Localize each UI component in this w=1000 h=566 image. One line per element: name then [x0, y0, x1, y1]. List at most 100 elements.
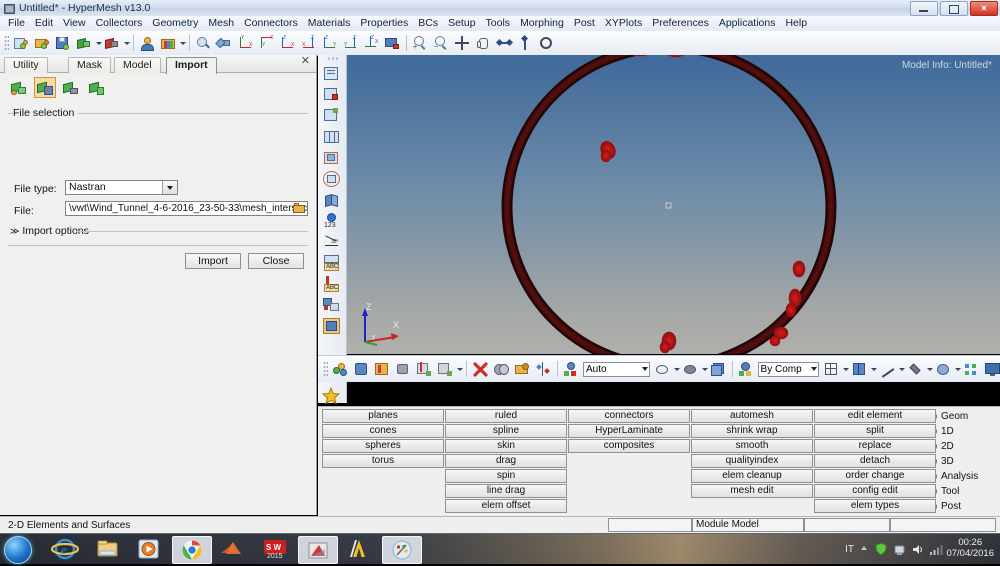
- node-id-icon[interactable]: 123: [322, 212, 342, 231]
- panel-button-elem-types[interactable]: elem types: [814, 499, 936, 513]
- module-radio-1d[interactable]: 1D: [928, 424, 996, 438]
- windows-explorer-taskbar-icon[interactable]: [88, 536, 126, 562]
- measure-angle-icon[interactable]: 30°: [322, 233, 342, 252]
- vis-toolbar-grip[interactable]: [323, 361, 328, 377]
- nodes-icon[interactable]: [962, 360, 981, 379]
- line-icon[interactable]: [878, 360, 897, 379]
- fit-view-icon[interactable]: [453, 34, 472, 53]
- geometry-icon[interactable]: [352, 360, 371, 379]
- shaded-caret[interactable]: [701, 360, 708, 379]
- entity-dropdown-caret[interactable]: [456, 360, 463, 379]
- paint-taskbar-icon[interactable]: [382, 536, 422, 564]
- abaqus-taskbar-icon[interactable]: [340, 536, 378, 562]
- mesh-lines-icon[interactable]: [822, 360, 841, 379]
- panel-button-order-change[interactable]: order change: [814, 469, 936, 483]
- color-mode-icon[interactable]: [737, 360, 756, 379]
- panel-button-ruled[interactable]: ruled: [445, 409, 567, 423]
- panel-button-elem-cleanup[interactable]: elem cleanup: [691, 469, 813, 483]
- save-model-icon[interactable]: [54, 34, 73, 53]
- volume-icon[interactable]: [911, 543, 924, 556]
- components-icon[interactable]: [331, 360, 350, 379]
- reload-view-icon[interactable]: [383, 34, 402, 53]
- surface-icon[interactable]: [906, 360, 925, 379]
- export-dropdown-caret[interactable]: [123, 34, 130, 53]
- find-icon[interactable]: [194, 34, 213, 53]
- view-zy-icon[interactable]: Z Y: [320, 34, 339, 53]
- security-shield-icon[interactable]: [874, 542, 888, 556]
- panel-button-cones[interactable]: cones: [322, 424, 444, 438]
- display-mode-dropdown[interactable]: Auto: [583, 361, 650, 377]
- close-button[interactable]: ✕: [970, 1, 998, 16]
- tab-mask[interactable]: Mask: [68, 57, 112, 73]
- panel-button-config-edit[interactable]: config edit: [814, 484, 936, 498]
- zoom-out-icon[interactable]: −: [432, 34, 451, 53]
- import-dropdown-caret[interactable]: [95, 34, 102, 53]
- zoom-in-icon[interactable]: +: [411, 34, 430, 53]
- visualize-icon[interactable]: [322, 317, 342, 336]
- reflect-icon[interactable]: [534, 360, 553, 379]
- solid-mesh-icon[interactable]: [850, 360, 869, 379]
- favorites-star-icon[interactable]: [321, 386, 342, 406]
- systems-icon[interactable]: [436, 360, 455, 379]
- wireframe-icon[interactable]: [653, 360, 672, 379]
- wireframe-caret[interactable]: [673, 360, 680, 379]
- panel-button-line-drag[interactable]: line drag: [445, 484, 567, 498]
- panel-button-spline[interactable]: spline: [445, 424, 567, 438]
- panel-button-mesh-edit[interactable]: mesh edit: [691, 484, 813, 498]
- menu-item-morphing[interactable]: Morphing: [515, 16, 569, 31]
- module-radio-2d[interactable]: 2D: [928, 439, 996, 453]
- import-geometry-icon[interactable]: [34, 77, 56, 98]
- page-delete-icon[interactable]: [322, 86, 342, 105]
- menu-item-help[interactable]: Help: [780, 16, 812, 31]
- loads-icon[interactable]: [415, 360, 434, 379]
- menu-item-preferences[interactable]: Preferences: [647, 16, 714, 31]
- menu-item-view[interactable]: View: [58, 16, 91, 31]
- close-button-panel[interactable]: Close: [248, 253, 304, 269]
- open-model-icon[interactable]: [33, 34, 52, 53]
- volume-icon[interactable]: [934, 360, 953, 379]
- menu-item-connectors[interactable]: Connectors: [239, 16, 303, 31]
- pan-icon[interactable]: [474, 34, 493, 53]
- start-orb-button[interactable]: [4, 536, 32, 564]
- shaded-edges-icon[interactable]: [709, 360, 728, 379]
- shade-icon[interactable]: [322, 191, 342, 210]
- menu-item-xyplots[interactable]: XYPlots: [600, 16, 647, 31]
- module-radio-3d[interactable]: 3D: [928, 454, 996, 468]
- panel-close-icon[interactable]: ✕: [301, 56, 310, 67]
- internet-explorer-taskbar-icon[interactable]: e: [46, 536, 84, 562]
- panel-button-qualityindex[interactable]: qualityindex: [691, 454, 813, 468]
- user-profile-icon[interactable]: [138, 34, 157, 53]
- page-circle-icon[interactable]: [322, 170, 342, 189]
- panel-button-automesh[interactable]: automesh: [691, 409, 813, 423]
- translate-icon[interactable]: [495, 34, 514, 53]
- menu-item-tools[interactable]: Tools: [481, 16, 516, 31]
- circle-view-icon[interactable]: [537, 34, 556, 53]
- menu-item-setup[interactable]: Setup: [443, 16, 480, 31]
- delete-icon[interactable]: [471, 360, 490, 379]
- menu-item-collectors[interactable]: Collectors: [91, 16, 148, 31]
- view-toolbar-grip[interactable]: [327, 57, 339, 61]
- panel-button-hyperlaminate[interactable]: HyperLaminate: [568, 424, 690, 438]
- solidworks-2015-taskbar-icon[interactable]: S W 2015: [256, 536, 294, 562]
- panel-button-composites[interactable]: composites: [568, 439, 690, 453]
- panel-button-connectors[interactable]: connectors: [568, 409, 690, 423]
- solids-icon[interactable]: [394, 360, 413, 379]
- solid-mesh-caret[interactable]: [870, 360, 877, 379]
- google-chrome-taskbar-icon[interactable]: [172, 536, 212, 564]
- panel-button-shrink-wrap[interactable]: shrink wrap: [691, 424, 813, 438]
- export-solver-deck-icon[interactable]: [103, 34, 122, 53]
- language-indicator[interactable]: IT: [845, 544, 854, 555]
- panel-button-spin[interactable]: spin: [445, 469, 567, 483]
- view-zx-icon[interactable]: Z X: [278, 34, 297, 53]
- menu-item-file[interactable]: File: [3, 16, 30, 31]
- page-grid-icon[interactable]: [322, 128, 342, 147]
- panel-button-detach[interactable]: detach: [814, 454, 936, 468]
- panel-button-skin[interactable]: skin: [445, 439, 567, 453]
- page-notes-icon[interactable]: [322, 65, 342, 84]
- menu-item-materials[interactable]: Materials: [303, 16, 356, 31]
- matlab-taskbar-icon[interactable]: [214, 536, 252, 562]
- mesh-lines-caret[interactable]: [842, 360, 849, 379]
- module-radio-tool[interactable]: Tool: [928, 484, 996, 498]
- menu-item-post[interactable]: Post: [569, 16, 600, 31]
- view-xz-icon[interactable]: Z X: [299, 34, 318, 53]
